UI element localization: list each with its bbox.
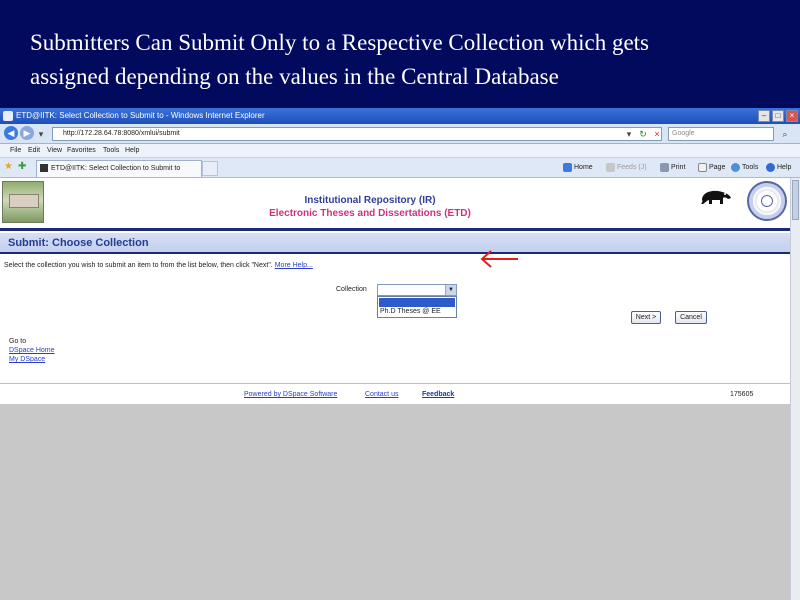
print-label: Print [671,164,686,171]
feedback-link[interactable]: Feedback [422,391,454,398]
history-dropdown-icon[interactable]: ▾ [36,128,46,140]
seal-center [761,195,773,207]
window-title: ETD@IITK: Select Collection to Submit to… [16,111,265,120]
print-button[interactable]: Print [660,161,685,175]
feeds-label: Feeds (J) [617,164,647,171]
page-heading: Submit: Choose Collection [0,233,790,254]
gear-icon [731,162,740,172]
contact-us-link[interactable]: Contact us [365,391,398,398]
help-label: Help [777,164,792,171]
minimize-icon[interactable]: – [758,110,770,122]
slide-title: Submitters Can Submit Only to a Respecti… [30,26,790,94]
refresh-icon[interactable]: ↻ [638,128,648,140]
visitor-counter: 175605 [730,391,754,398]
dspace-home-link[interactable]: DSpace Home [9,347,55,354]
more-help-link[interactable]: More Help... [275,262,313,269]
printer-icon [660,162,669,172]
page-button[interactable]: Page [698,161,725,175]
scrollbar-thumb[interactable] [792,180,799,220]
menu-help[interactable]: Help [125,144,139,158]
page-viewport: Institutional Repository (IR) Electronic… [0,178,790,404]
url-input[interactable]: http://172.28.64.78:8080/xmlui/submit [52,127,662,141]
tab-label: ETD@IITK: Select Collection to Submit to [51,165,181,172]
collection-label: Collection [336,286,367,293]
menu-view[interactable]: View [47,144,62,158]
page-icon [698,162,707,172]
tools-label: Tools [742,164,759,171]
dropdown-highlighted-option[interactable] [379,298,455,307]
collection-dropdown-list: Ph.D Theses @ EE [377,296,457,318]
slide-title-line-1: Submitters Can Submit Only to a Respecti… [30,30,650,55]
elephant-logo-icon [701,190,731,204]
my-dspace-link[interactable]: My DSpace [9,356,45,363]
ir-title: Institutional Repository (IR) [304,195,436,206]
vertical-scrollbar[interactable] [790,178,800,600]
new-tab-button[interactable] [202,161,218,176]
powered-by-link[interactable]: Powered by DSpace Software [244,391,337,398]
help-icon [766,162,775,172]
cancel-button[interactable]: Cancel [675,311,707,324]
home-label: Home [574,164,593,171]
tools-button[interactable]: Tools [731,161,758,175]
institute-seal-icon [747,181,787,221]
add-favorite-icon[interactable]: ✚ [18,161,26,172]
menu-bar: File Edit View Favorites Tools Help [0,144,800,158]
window-controls: – □ × [758,110,798,122]
menu-file[interactable]: File [10,144,21,158]
page-favicon-icon [40,164,48,172]
menu-tools[interactable]: Tools [103,144,119,158]
ie-icon [3,111,13,121]
collection-select[interactable]: ▼ [377,284,457,296]
help-button[interactable]: Help [766,161,791,175]
window-title-bar: ETD@IITK: Select Collection to Submit to… [0,108,800,124]
home-button[interactable]: Home [563,161,593,175]
collection-option[interactable]: Ph.D Theses @ EE [380,308,441,315]
address-bar: ◀ ▶ ▾ http://172.28.64.78:8080/xmlui/sub… [0,124,800,144]
favorites-star-icon[interactable]: ★ [4,161,13,172]
home-icon [563,162,572,172]
feeds-button[interactable]: Feeds (J) [606,161,647,175]
search-icon[interactable]: ⌕ [778,128,792,140]
close-icon[interactable]: × [786,110,798,122]
url-text: http://172.28.64.78:8080/xmlui/submit [63,130,180,137]
search-input[interactable]: Google [668,127,774,141]
next-button[interactable]: Next > [631,311,661,324]
url-dropdown-icon[interactable]: ▾ [624,128,634,140]
back-arrow-icon[interactable]: ◀ [4,126,18,140]
footer-divider [0,383,790,384]
heading-divider [0,228,790,231]
instruction-text: Select the collection you wish to submit… [4,262,313,269]
tab-bar: ★ ✚ ETD@IITK: Select Collection to Submi… [0,158,800,178]
red-arrow-annotation-icon [480,250,518,268]
feeds-icon [606,162,615,172]
stop-icon[interactable]: × [652,128,662,140]
chevron-down-icon[interactable]: ▼ [445,285,456,295]
tab-etd-select-collection[interactable]: ETD@IITK: Select Collection to Submit to [36,160,202,177]
page-label: Page [709,164,726,171]
search-placeholder: Google [672,130,695,137]
menu-edit[interactable]: Edit [28,144,40,158]
etd-title: Electronic Theses and Dissertations (ETD… [269,208,471,219]
browser-screenshot: ETD@IITK: Select Collection to Submit to… [0,108,800,600]
forward-arrow-icon[interactable]: ▶ [20,126,34,140]
maximize-icon[interactable]: □ [772,110,784,122]
menu-favorites[interactable]: Favorites [67,144,96,158]
slide-title-line-2: assigned depending on the values in the … [30,64,559,89]
goto-label: Go to [9,338,27,345]
instruction-sentence: Select the collection you wish to submit… [4,262,273,269]
